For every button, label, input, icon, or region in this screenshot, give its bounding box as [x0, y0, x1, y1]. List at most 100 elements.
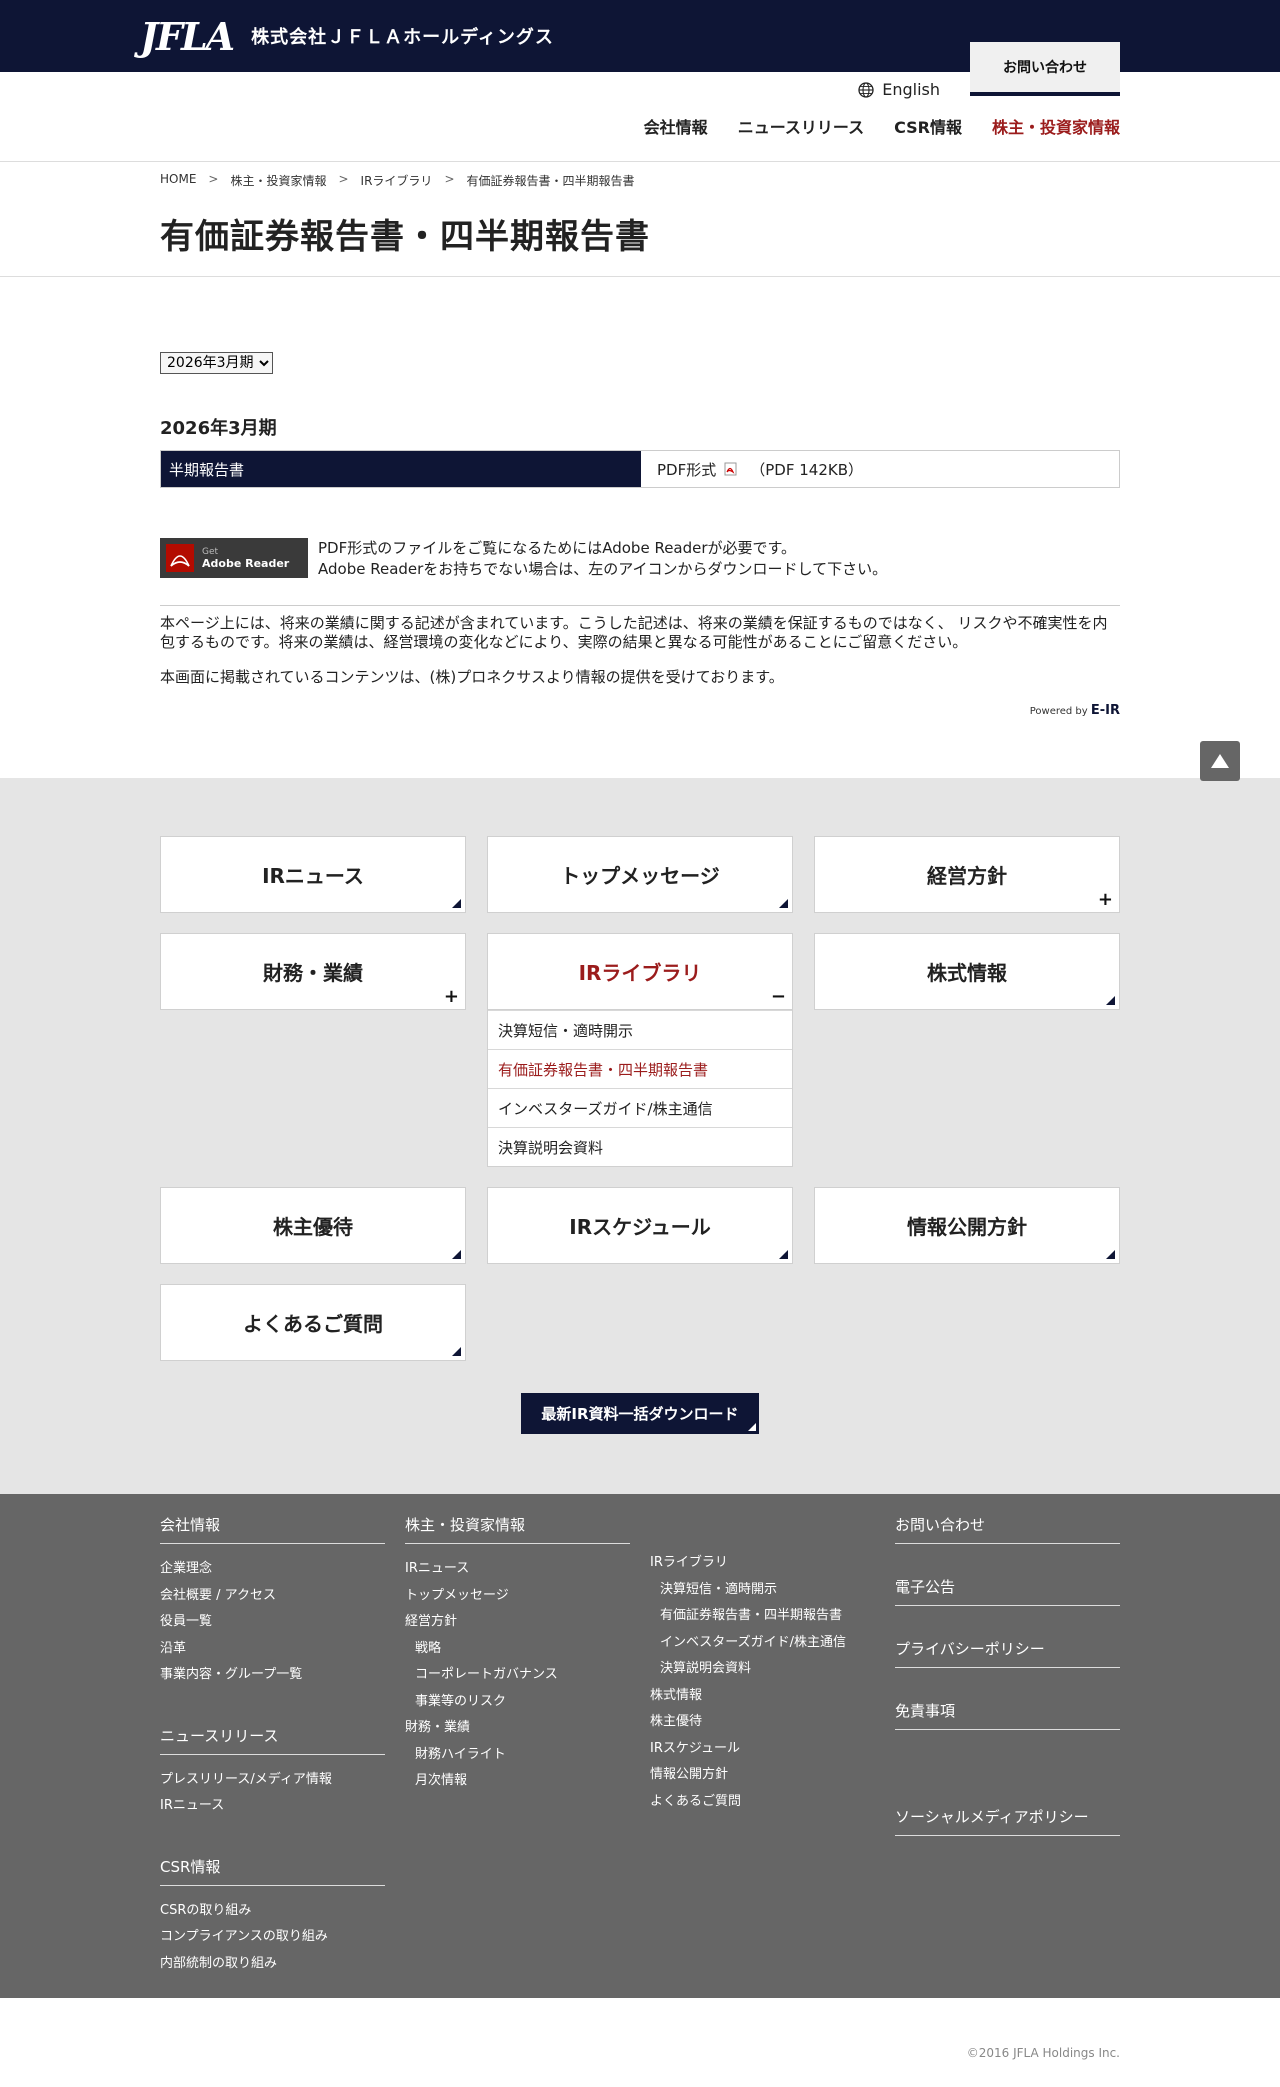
- footer-link[interactable]: IRスケジュール: [650, 1736, 875, 1763]
- footer-link[interactable]: トップメッセージ: [405, 1583, 630, 1610]
- english-link[interactable]: English: [858, 80, 940, 99]
- footer-link[interactable]: 企業理念: [160, 1556, 385, 1583]
- footer-link[interactable]: CSRの取り組み: [160, 1898, 385, 1925]
- footer-section-news: ニュースリリース プレスリリース/メディア情報 IRニュース: [160, 1725, 385, 1820]
- footer-link[interactable]: 事業内容・グループ一覧: [160, 1662, 385, 1689]
- footer-link[interactable]: よくあるご質問: [650, 1789, 875, 1816]
- footer-heading[interactable]: ソーシャルメディアポリシー: [895, 1806, 1120, 1836]
- footer-link[interactable]: IRニュース: [405, 1556, 630, 1583]
- scroll-to-top-button[interactable]: [1200, 741, 1240, 781]
- submenu-item[interactable]: 決算短信・適時開示: [488, 1010, 792, 1049]
- corner-arrow-icon: [747, 1423, 756, 1431]
- section-heading: 2026年3月期: [160, 418, 277, 439]
- top-bar: JFLA 株式会社ＪＦＬＡホールディングス お問い合わせ: [0, 0, 1280, 96]
- footer-link[interactable]: 有価証券報告書・四半期報告書: [650, 1603, 875, 1630]
- footer-link[interactable]: 内部統制の取り組み: [160, 1951, 385, 1978]
- footer-link[interactable]: 決算短信・適時開示: [650, 1577, 875, 1604]
- adobe-reader-text: PDF形式のファイルをご覧になるためにはAdobe Readerが必要です。 A…: [318, 538, 887, 580]
- tile-label: IRニュース: [262, 864, 364, 888]
- footer-link[interactable]: 決算説明会資料: [650, 1656, 875, 1683]
- footer-heading[interactable]: 株主・投資家情報: [405, 1514, 630, 1544]
- footer-link[interactable]: 役員一覧: [160, 1609, 385, 1636]
- footer-col-ir-1: 株主・投資家情報 IRニュース トップメッセージ 経営方針 戦略 コーポレートガ…: [405, 1514, 630, 2013]
- footer-heading[interactable]: 会社情報: [160, 1514, 385, 1544]
- footer-link[interactable]: IRニュース: [160, 1793, 385, 1820]
- nav-news[interactable]: ニュースリリース: [738, 114, 864, 138]
- page-title: 有価証券報告書・四半期報告書: [160, 217, 650, 257]
- footer-link[interactable]: 事業等のリスク: [405, 1689, 630, 1716]
- tile-label: 情報公開方針: [907, 1215, 1027, 1239]
- tile-finance[interactable]: 財務・業績 +: [160, 933, 466, 1010]
- corner-arrow-icon: [452, 1250, 461, 1259]
- footer-link[interactable]: コーポレートガバナンス: [405, 1662, 630, 1689]
- footer-heading[interactable]: 免責事項: [895, 1700, 1120, 1730]
- footer-link[interactable]: コンプライアンスの取り組み: [160, 1924, 385, 1951]
- tile-top-message[interactable]: トップメッセージ: [487, 836, 793, 913]
- footer-link[interactable]: 情報公開方針: [650, 1762, 875, 1789]
- download-wrap: 最新IR資料一括ダウンロード: [160, 1393, 1120, 1434]
- footer-link[interactable]: 株主優待: [650, 1709, 875, 1736]
- corner-arrow-icon: [779, 899, 788, 908]
- main-nav: 会社情報 ニュースリリース CSR情報 株主・投資家情報: [644, 114, 1120, 138]
- submenu-item[interactable]: インベスターズガイド/株主通信: [488, 1088, 792, 1127]
- breadcrumb-sep: >: [208, 172, 219, 186]
- submenu-item-current[interactable]: 有価証券報告書・四半期報告書: [488, 1049, 792, 1088]
- tile-ir-news[interactable]: IRニュース: [160, 836, 466, 913]
- footer-heading[interactable]: 電子公告: [895, 1576, 1120, 1606]
- adobe-icon: [166, 544, 194, 572]
- footer-link[interactable]: インベスターズガイド/株主通信: [650, 1630, 875, 1657]
- breadcrumb-home[interactable]: HOME: [160, 172, 196, 189]
- footer-link[interactable]: 会社概要 / アクセス: [160, 1583, 385, 1610]
- copyright: ©2016 JFLA Holdings Inc.: [966, 2046, 1120, 2060]
- tile-policy[interactable]: 経営方針 +: [814, 836, 1120, 913]
- footer-heading[interactable]: プライバシーポリシー: [895, 1638, 1120, 1668]
- breadcrumb-library[interactable]: IRライブラリ: [361, 172, 433, 189]
- main-content: 2026年3月期 2026年3月期 半期報告書 PDF形式 （PDF 142KB…: [160, 277, 1240, 781]
- nav-csr[interactable]: CSR情報: [894, 114, 962, 138]
- globe-icon: [858, 81, 874, 98]
- tile-schedule[interactable]: IRスケジュール: [487, 1187, 793, 1264]
- tile-disclosure[interactable]: 情報公開方針: [814, 1187, 1120, 1264]
- submenu-item[interactable]: 決算説明会資料: [488, 1127, 792, 1166]
- tile-label: IRライブラリ: [578, 961, 702, 985]
- tile-benefits[interactable]: 株主優待: [160, 1187, 466, 1264]
- footer-link[interactable]: IRライブラリ: [650, 1550, 875, 1577]
- breadcrumb-current: 有価証券報告書・四半期報告書: [466, 174, 635, 188]
- adobe-badge-big: Adobe Reader: [202, 557, 290, 570]
- tile-stock-info[interactable]: 株式情報: [814, 933, 1120, 1010]
- english-label: English: [882, 80, 940, 99]
- pdf-format-label: PDF形式: [657, 460, 717, 479]
- tile-ir-library-group: IRライブラリ − 決算短信・適時開示 有価証券報告書・四半期報告書 インベスター…: [487, 933, 793, 1167]
- adobe-reader-badge[interactable]: Get Adobe Reader: [160, 538, 308, 578]
- period-select[interactable]: 2026年3月期: [160, 352, 273, 374]
- title-section: HOME > 株主・投資家情報 > IRライブラリ > 有価証券報告書・四半期報…: [0, 162, 1280, 277]
- footer-link[interactable]: 株式情報: [650, 1683, 875, 1710]
- disclaimer-forward-looking: 本ページ上には、将来の業績に関する記述が含まれています。こうした記述は、将来の業…: [160, 614, 1108, 651]
- tile-label: トップメッセージ: [560, 864, 720, 888]
- footer-link[interactable]: 財務・業績: [405, 1715, 630, 1742]
- footer-heading[interactable]: ニュースリリース: [160, 1725, 385, 1755]
- footer-link[interactable]: 経営方針: [405, 1609, 630, 1636]
- footer-link[interactable]: 沿革: [160, 1636, 385, 1663]
- ir-menu-grid: IRニュース トップメッセージ 経営方針 + 財務・業績 + IRライブラリ − 決算…: [160, 836, 1120, 1361]
- powered-by[interactable]: Powered by E-IR: [160, 703, 1120, 718]
- footer-link[interactable]: プレスリリース/メディア情報: [160, 1767, 385, 1794]
- powered-by-brand: E-IR: [1090, 703, 1120, 718]
- footer-link[interactable]: 月次情報: [405, 1768, 630, 1795]
- nav-ir[interactable]: 株主・投資家情報: [992, 114, 1120, 138]
- footer-section-company: 会社情報 企業理念 会社概要 / アクセス 役員一覧 沿革 事業内容・グループ一…: [160, 1514, 385, 1689]
- tile-ir-library[interactable]: IRライブラリ −: [487, 933, 793, 1010]
- tile-label: 株主優待: [273, 1215, 353, 1239]
- footer-link[interactable]: 財務ハイライト: [405, 1742, 630, 1769]
- tile-label: 財務・業績: [263, 961, 363, 985]
- logo[interactable]: JFLA 株式会社ＪＦＬＡホールディングス: [140, 14, 554, 59]
- breadcrumb-ir[interactable]: 株主・投資家情報: [230, 172, 326, 189]
- report-pdf-link[interactable]: PDF形式 （PDF 142KB）: [641, 451, 1119, 487]
- tile-faq[interactable]: よくあるご質問: [160, 1284, 466, 1361]
- nav-company[interactable]: 会社情報: [644, 114, 708, 138]
- tile-label: よくあるご質問: [243, 1312, 383, 1336]
- footer-heading[interactable]: CSR情報: [160, 1856, 385, 1886]
- bulk-download-button[interactable]: 最新IR資料一括ダウンロード: [521, 1393, 759, 1434]
- footer-link[interactable]: 戦略: [405, 1636, 630, 1663]
- footer-heading[interactable]: お問い合わせ: [895, 1514, 1120, 1544]
